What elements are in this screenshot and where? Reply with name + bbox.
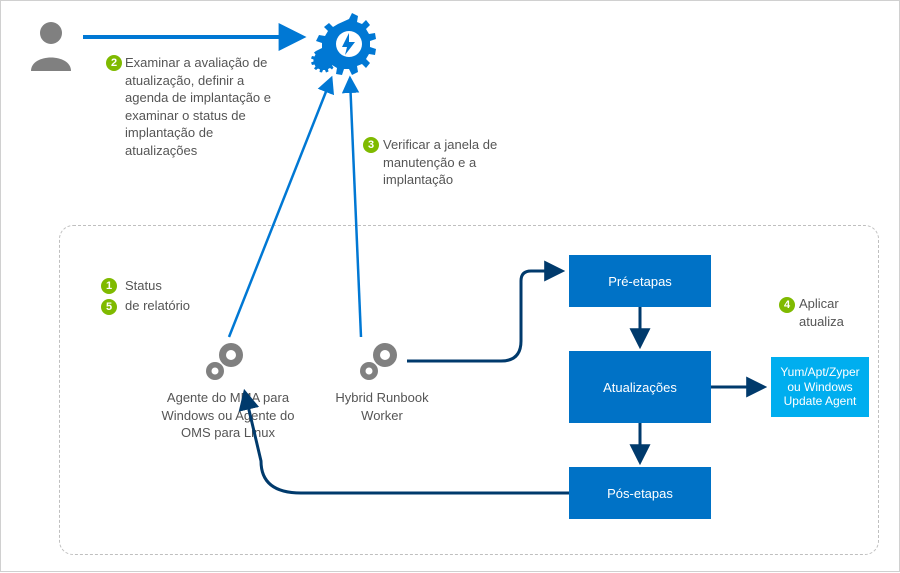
step-2-label: Examinar a avaliação de atualização, def… [125, 54, 285, 159]
automation-gear-icon [309, 13, 377, 75]
mma-gears-icon [203, 341, 249, 383]
step-badge-5: 5 [101, 299, 117, 315]
post-steps-box: Pós-etapas [569, 467, 711, 519]
hrw-gears-icon [357, 341, 403, 383]
step-3-label: Verificar a janela de manutenção e a imp… [383, 136, 528, 189]
step-badge-3: 3 [363, 137, 379, 153]
pre-steps-box: Pré-etapas [569, 255, 711, 307]
mma-agent-label: Agente do MMA para Windows ou Agente do … [153, 389, 303, 442]
report-status-label-1: Status [125, 277, 162, 295]
report-status-label-2: de relatório [125, 297, 190, 315]
step-4-label-2: atualiza [799, 313, 844, 331]
user-icon [27, 19, 75, 71]
step-badge-1: 1 [101, 278, 117, 294]
step-badge-4: 4 [779, 297, 795, 313]
hrw-label: Hybrid Runbook Worker [327, 389, 437, 424]
step-badge-2: 2 [106, 55, 122, 71]
package-agent-box: Yum/Apt/Zyper ou Windows Update Agent [771, 357, 869, 417]
step-4-label-1: Aplicar [799, 295, 839, 313]
updates-box: Atualizações [569, 351, 711, 423]
